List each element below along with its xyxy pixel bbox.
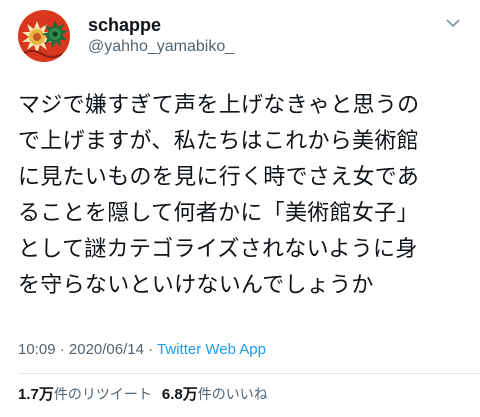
tweet-source-link[interactable]: Twitter Web App	[157, 341, 266, 358]
like-count[interactable]: 6.8万件のいいね	[162, 384, 268, 405]
tweet-time[interactable]: 10:09	[18, 341, 56, 358]
retweet-count-label: 件のリツイート	[53, 387, 152, 403]
tweet-date[interactable]: 2020/06/14	[69, 341, 144, 358]
tweet-meta: 10:09 · 2020/06/14 · Twitter Web App	[18, 340, 266, 360]
divider	[18, 373, 480, 374]
tweet-header: schappe @yahho_yamabiko_	[18, 10, 468, 62]
user-names: schappe @yahho_yamabiko_	[88, 14, 234, 58]
tweet-text-line: ることを隠して何者かに「美術館女子」	[18, 201, 419, 226]
meta-separator: ·	[55, 341, 69, 358]
tweet-text: マジで嫌すぎて声を上げなきゃと思うの で上げますが、私たちはこれから美術館 に見…	[18, 88, 468, 304]
avatar[interactable]	[18, 10, 70, 62]
like-count-label: 件のいいね	[197, 387, 268, 403]
tweet-text-line: を守らないといけないんでしょうか	[18, 273, 374, 298]
user-handle[interactable]: @yahho_yamabiko_	[88, 36, 234, 58]
tweet-text-line: に見たいものを見に行く時でさえ女であ	[18, 165, 420, 190]
chevron-down-icon[interactable]	[444, 14, 462, 32]
retweet-count-number: 1.7万	[18, 386, 54, 403]
display-name[interactable]: schappe	[88, 14, 234, 36]
tweet-text-line: として謎カテゴライズされないように身	[18, 237, 418, 262]
like-count-number: 6.8万	[161, 386, 198, 403]
tweet-text-line: で上げますが、私たちはこれから美術館	[18, 129, 419, 154]
tweet-text-line: マジで嫌すぎて声を上げなきゃと思うの	[18, 93, 420, 118]
retweet-count[interactable]: 1.7万件のリツイート	[18, 384, 152, 405]
tweet-stats: 1.7万件のリツイート 6.8万件のいいね	[18, 384, 268, 405]
meta-separator: ·	[143, 341, 158, 358]
flower-illustration-avatar	[18, 10, 70, 62]
tweet-card: schappe @yahho_yamabiko_ マジで嫌すぎて声を上げなきゃと…	[0, 0, 480, 417]
